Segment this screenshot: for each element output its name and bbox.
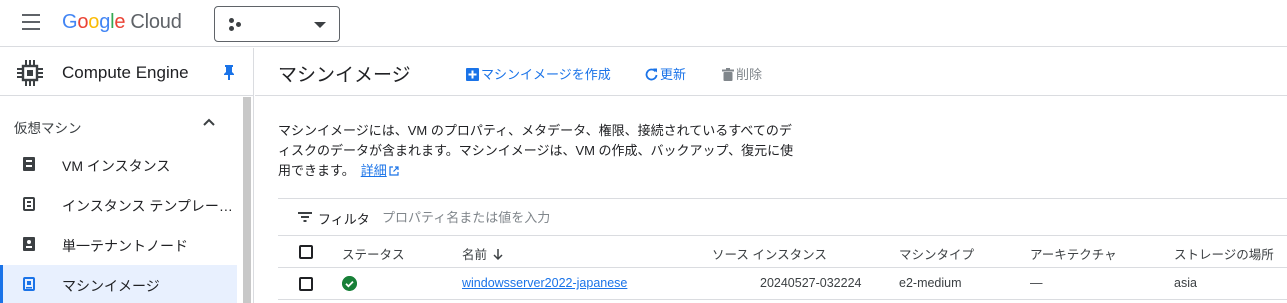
sidebar-scrollbar[interactable] [243, 97, 251, 303]
sidebar-item-label: 単一テナントノード [62, 238, 188, 254]
column-header-name[interactable]: 名前 [462, 244, 503, 263]
project-picker[interactable] [214, 6, 340, 42]
pin-icon[interactable] [222, 64, 236, 80]
instance-template-icon [23, 197, 35, 211]
sidebar-item-instance-templates[interactable]: インスタンス テンプレー… [0, 185, 237, 223]
create-machine-image-button[interactable]: マシンイメージを作成 [466, 64, 611, 83]
main-content: マシンイメージ マシンイメージを作成 更新 削除 マシンイメージには、VM のプ… [255, 48, 1287, 303]
learn-more-link[interactable]: 詳細 [361, 163, 399, 178]
storage-location-cell: asia [1174, 276, 1197, 290]
page-title: マシンイメージ [278, 65, 411, 86]
add-box-icon [466, 68, 479, 81]
dropdown-caret-icon [314, 22, 326, 28]
table-row: windowsserver2022-japanese 20240527-0322… [278, 268, 1287, 300]
sidebar-item-sole-tenant-nodes[interactable]: 単一テナントノード [0, 225, 237, 263]
sidebar-header: Compute Engine [0, 48, 254, 96]
sidebar-item-vm-instances[interactable]: VM インスタンス [0, 145, 237, 183]
sort-descending-icon [493, 249, 503, 261]
chevron-up-icon[interactable] [203, 117, 215, 129]
sidebar: Compute Engine 仮想マシン VM インスタンス インスタンス テン… [0, 48, 254, 303]
filter-icon [298, 212, 312, 222]
product-title: Compute Engine [62, 63, 189, 82]
filter-label: フィルタ [318, 212, 370, 227]
sidebar-item-machine-images[interactable]: マシンイメージ [0, 265, 237, 303]
source-instance-cell: 20240527-032224 [760, 276, 862, 290]
select-all-checkbox[interactable] [299, 245, 313, 259]
column-header-machine-type[interactable]: マシンタイプ [899, 244, 974, 263]
learn-more-label: 詳細 [360, 163, 387, 178]
page-description: マシンイメージには、VM のプロパティ、メタデータ、権限、接続されているすべての… [278, 121, 798, 181]
table-header-row: ステータス 名前 ソース インスタンス マシンタイプ アーキテクチャ ストレージ… [278, 236, 1287, 268]
refresh-icon [645, 68, 658, 81]
machine-image-name-link[interactable]: windowsserver2022-japanese [462, 276, 627, 290]
column-header-storage-location[interactable]: ストレージの場所 [1174, 244, 1274, 263]
column-header-architecture[interactable]: アーキテクチャ [1030, 244, 1117, 263]
main-menu-icon[interactable] [22, 14, 40, 30]
page-header: マシンイメージ マシンイメージを作成 更新 削除 [255, 48, 1287, 96]
project-icon [229, 17, 245, 33]
create-label: マシンイメージを作成 [481, 67, 611, 82]
trash-icon [722, 68, 734, 81]
sidebar-item-label: VM インスタンス [62, 158, 171, 174]
google-cloud-logo[interactable]: Google Cloud [62, 11, 182, 34]
compute-engine-icon [17, 60, 43, 86]
status-ok-icon [342, 276, 357, 291]
architecture-cell: — [1030, 276, 1043, 290]
column-header-name-label: 名前 [462, 248, 488, 262]
filter-bar: フィルタ [278, 198, 1287, 236]
column-header-status[interactable]: ステータス [342, 244, 405, 263]
delete-button[interactable]: 削除 [722, 64, 762, 83]
sidebar-item-label: インスタンス テンプレー… [62, 198, 233, 214]
delete-label: 削除 [736, 67, 763, 82]
sole-tenant-node-icon [23, 237, 35, 251]
column-header-source-instance[interactable]: ソース インスタンス [712, 244, 827, 263]
sidebar-item-label: マシンイメージ [62, 278, 160, 294]
refresh-label: 更新 [660, 67, 687, 82]
vm-instance-icon [23, 157, 35, 171]
row-checkbox[interactable] [299, 277, 313, 291]
machine-image-icon [23, 277, 35, 291]
description-text: マシンイメージには、VM のプロパティ、メタデータ、権限、接続されているすべての… [278, 123, 794, 178]
refresh-button[interactable]: 更新 [645, 64, 686, 83]
filter-input[interactable] [382, 205, 982, 229]
machine-images-table: ステータス 名前 ソース インスタンス マシンタイプ アーキテクチャ ストレージ… [278, 236, 1287, 300]
top-bar: Google Cloud [0, 0, 1287, 47]
machine-type-cell: e2-medium [899, 276, 962, 290]
section-header-vm[interactable]: 仮想マシン [14, 117, 82, 137]
open-in-new-icon [389, 166, 399, 176]
